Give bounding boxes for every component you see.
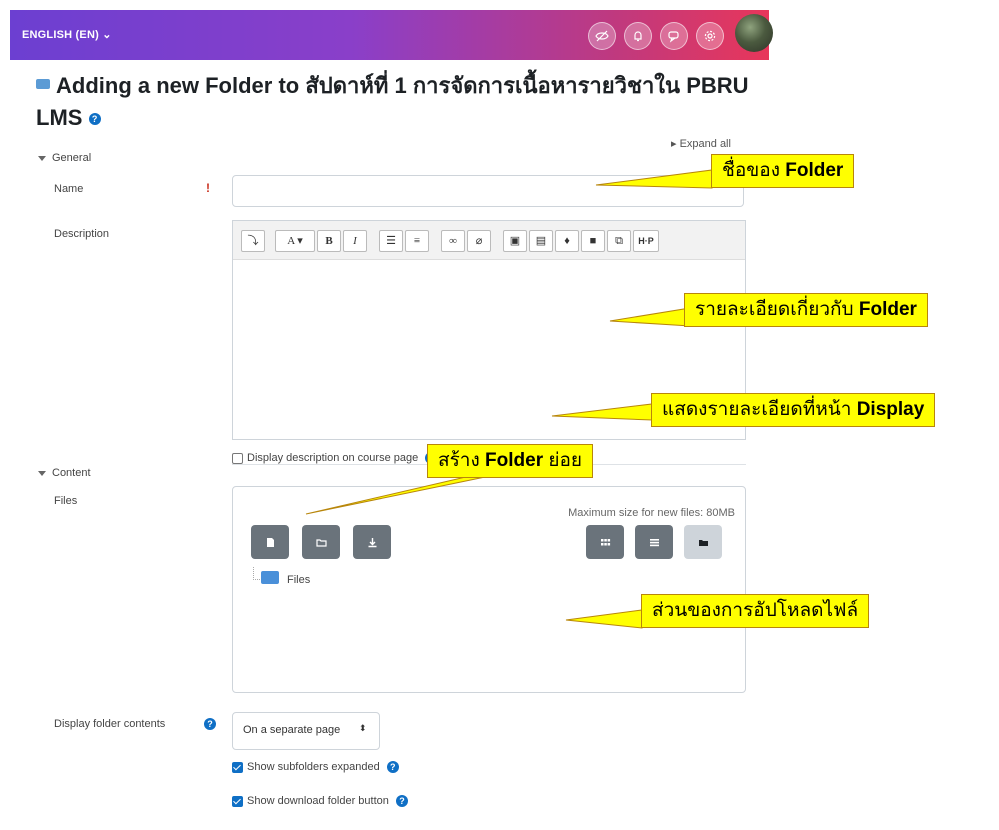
- pointer-description: [609, 307, 691, 327]
- callout-upload-area: ส่วนของการอัปโหลดไฟล์: [641, 594, 870, 628]
- callout-subfolder: สร้าง Folder ย่อย: [427, 444, 594, 478]
- callout-description-bold: Folder: [858, 299, 917, 320]
- callout-name-text: ชื่อของ: [722, 160, 786, 181]
- callout-display: แสดงรายละเอียดที่หน้า Display: [651, 393, 936, 427]
- pointer-name: [595, 169, 713, 189]
- pointer-upload: [565, 609, 643, 629]
- callout-upload-text: ส่วนของการอัปโหลดไฟล์: [652, 600, 859, 621]
- pointer-display: [551, 403, 653, 421]
- callout-subfolder-bold: Folder: [485, 450, 544, 471]
- pointer-subfolder: [305, 475, 491, 515]
- callout-subfolder-text: สร้าง: [438, 450, 486, 471]
- callout-name-bold: Folder: [785, 160, 844, 181]
- callout-folder-description: รายละเอียดเกี่ยวกับ Folder: [684, 293, 928, 327]
- callout-display-bold: Display: [856, 399, 925, 420]
- callout-subfolder-suffix: ย่อย: [543, 450, 583, 471]
- callout-folder-name: ชื่อของ Folder: [711, 154, 855, 188]
- callout-description-text: รายละเอียดเกี่ยวกับ: [695, 299, 859, 320]
- callout-display-text: แสดงรายละเอียดที่หน้า: [662, 399, 857, 420]
